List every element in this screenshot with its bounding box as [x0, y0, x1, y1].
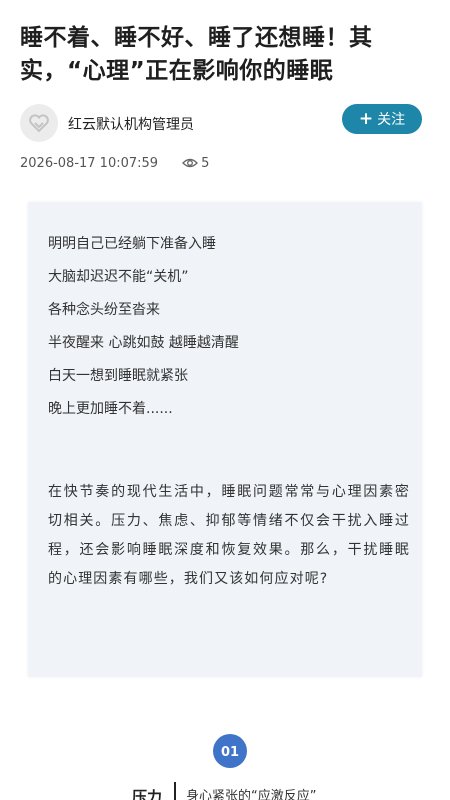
- section-subtitle: 身心紧张的“应激反应”: [186, 789, 317, 800]
- section-number-badge: 01: [213, 734, 247, 768]
- intro-paragraph: 在快节奏的现代生活中，睡眠问题常常与心理因素密切相关。压力、焦虑、抑郁等情绪不仅…: [48, 484, 410, 587]
- section-divider: [174, 782, 176, 800]
- article-page: 睡不着、睡不好、睡了还想睡！其实，“心理”正在影响你的睡眠 红云默认机构管理员 …: [0, 0, 450, 800]
- heart-logo-icon: [29, 114, 49, 133]
- follow-button[interactable]: + 关注: [342, 104, 422, 134]
- plus-icon: +: [358, 108, 374, 129]
- section-number-icon: 01: [221, 745, 239, 760]
- author-avatar[interactable]: [20, 104, 58, 142]
- follow-label: 关注: [377, 112, 406, 128]
- view-count-value: 5: [201, 155, 210, 171]
- poem-lines: 明明自己已经躺下准备入睡 大脑却迟迟不能“关机” 各种念头纷至沓来 半夜醒来 心…: [48, 228, 239, 426]
- article-meta: 2026-08-17 10:07:59 5: [20, 154, 209, 172]
- section-number: 01: [221, 745, 239, 760]
- article-title: 睡不着、睡不好、睡了还想睡！其实，“心理”正在影响你的睡眠: [20, 25, 373, 84]
- section-label: 压力: [132, 788, 163, 800]
- content-card: 明明自己已经躺下准备入睡 大脑却迟迟不能“关机” 各种念头纷至沓来 半夜醒来 心…: [28, 202, 422, 677]
- publish-timestamp: 2026-08-17 10:07:59: [20, 155, 159, 171]
- poem-line: 白天一想到睡眠就紧张: [48, 368, 188, 384]
- poem-line: 明明自己已经躺下准备入睡: [48, 236, 216, 252]
- poem-line: 各种念头纷至沓来: [48, 302, 160, 318]
- author-row: 红云默认机构管理员 + 关注: [20, 104, 430, 144]
- poem-line: 半夜醒来 心跳如鼓 越睡越清醒: [48, 335, 239, 351]
- eye-icon: [182, 158, 198, 168]
- section-heading: 压力 身心紧张的“应激反应”: [0, 780, 450, 800]
- view-count: 5: [182, 156, 209, 171]
- poem-line: 晚上更加睡不着......: [48, 401, 173, 417]
- author-name[interactable]: 红云默认机构管理员: [68, 114, 194, 134]
- poem-line: 大脑却迟迟不能“关机”: [48, 269, 189, 285]
